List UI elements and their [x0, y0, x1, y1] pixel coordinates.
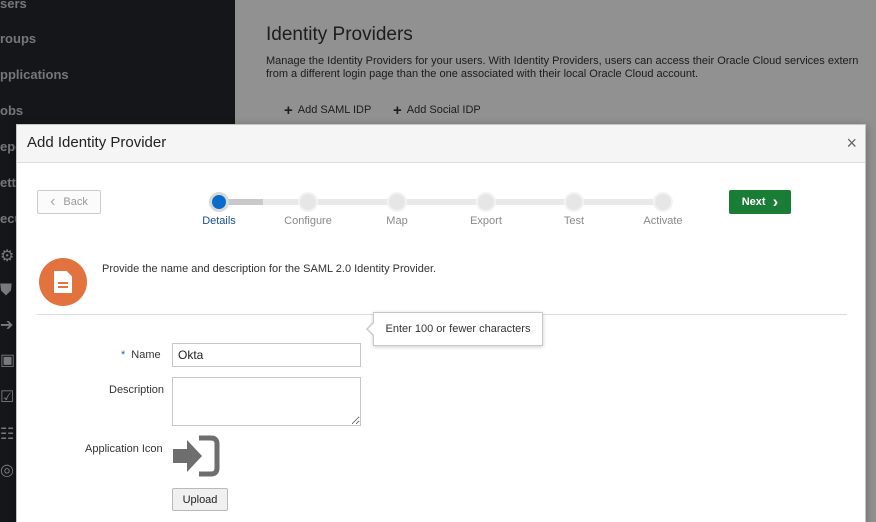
step-details-label[interactable]: Details	[184, 215, 254, 227]
description-textarea[interactable]	[172, 377, 361, 426]
back-button[interactable]: ‹ Back	[37, 190, 101, 214]
step-map-label[interactable]: Map	[362, 215, 432, 227]
step-details-marker[interactable]	[209, 192, 229, 212]
step-configure-label[interactable]: Configure	[273, 215, 343, 227]
description-label: Description	[109, 384, 165, 396]
name-label-text: Name	[131, 349, 161, 361]
upload-button[interactable]: Upload	[172, 488, 228, 511]
step-activate-marker[interactable]	[653, 192, 673, 212]
required-marker: *	[121, 349, 126, 361]
step-map-marker[interactable]	[387, 192, 407, 212]
name-input[interactable]	[172, 343, 361, 367]
dialog-header: Add Identity Provider ×	[17, 125, 865, 163]
step-test-label[interactable]: Test	[539, 215, 609, 227]
step-export-marker[interactable]	[476, 192, 496, 212]
step-export-label[interactable]: Export	[451, 215, 521, 227]
step-test-marker[interactable]	[564, 192, 584, 212]
back-button-label: Back	[63, 196, 88, 208]
dialog-title: Add Identity Provider	[27, 134, 167, 151]
step-train-track	[219, 199, 664, 205]
application-icon-label: Application Icon	[85, 443, 163, 455]
next-button-label: Next	[741, 196, 766, 208]
step-activate-label[interactable]: Activate	[628, 215, 698, 227]
chevron-right-icon: ›	[772, 192, 779, 211]
name-tooltip: Enter 100 or fewer characters	[366, 312, 543, 346]
next-button[interactable]: Next ›	[729, 190, 791, 214]
sign-in-icon	[173, 435, 220, 477]
step-instructions: Provide the name and description for the…	[102, 263, 437, 275]
step-configure-marker[interactable]	[298, 192, 318, 212]
chevron-left-icon: ‹	[50, 193, 56, 210]
close-icon[interactable]: ×	[846, 134, 857, 152]
add-identity-provider-dialog: Add Identity Provider × ‹ Back Details C…	[16, 124, 866, 522]
document-icon	[39, 258, 87, 306]
name-label: * Name	[121, 349, 161, 361]
